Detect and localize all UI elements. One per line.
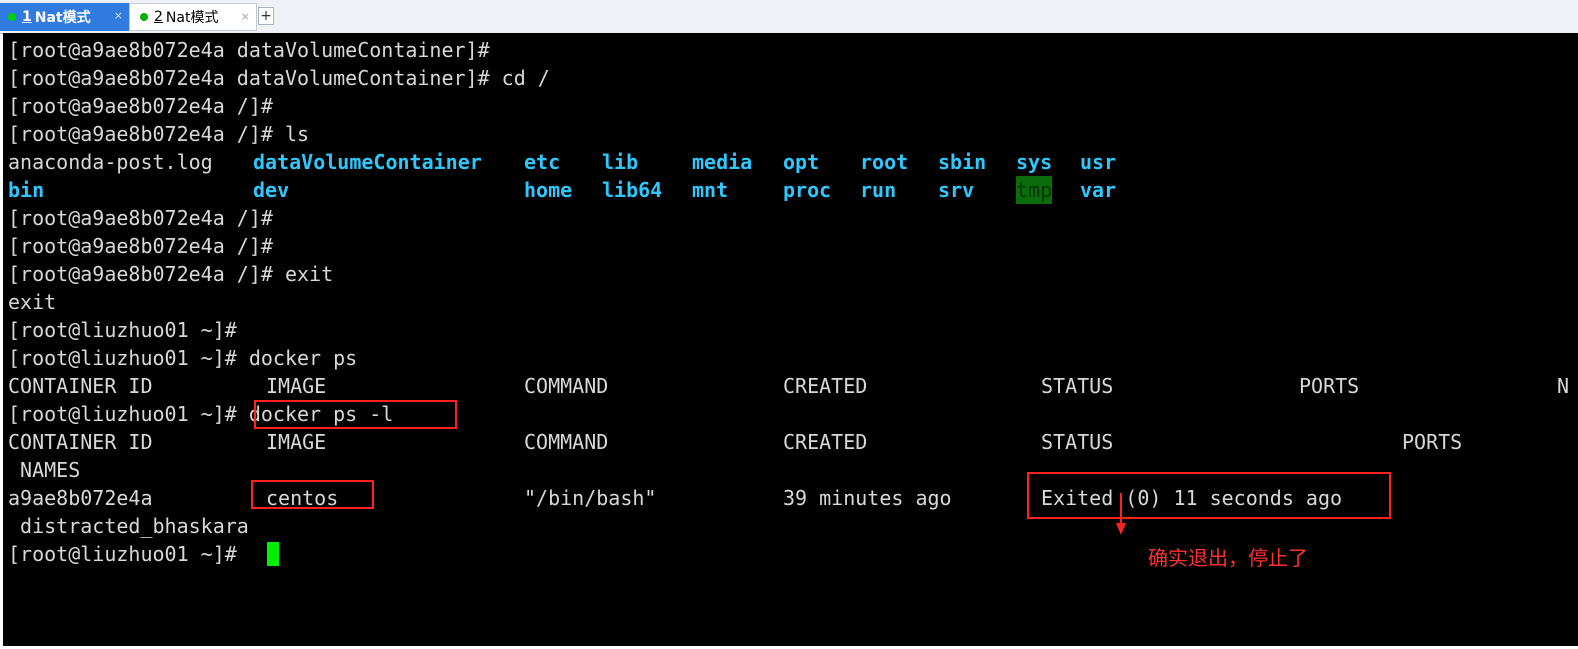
ls-entry-file: anaconda-post.log: [8, 150, 213, 174]
terminal-line: distracted_bhaskara: [8, 514, 249, 538]
ls-entry-dir: sys: [1016, 150, 1053, 174]
docker-ps-header: CONTAINER ID IMAGE COMMAND CREATED STATU…: [8, 372, 1578, 400]
ls-entry-dir: srv: [938, 178, 975, 202]
highlight-box-status: [1027, 472, 1391, 519]
terminal-line: [root@liuzhuo01 ~]# docker ps: [8, 346, 358, 370]
terminal-line: NAMES: [8, 458, 81, 482]
new-tab-button[interactable]: +: [258, 7, 274, 25]
ls-entry-dir: etc: [524, 150, 561, 174]
connected-status-icon: [8, 13, 16, 21]
terminal-line: [root@a9ae8b072e4a /]#: [8, 94, 273, 118]
column-header: COMMAND: [524, 374, 609, 398]
tab-number: 2: [154, 9, 163, 25]
column-header: IMAGE: [266, 430, 327, 454]
column-header: IMAGE: [266, 374, 327, 398]
column-header-clipped: N: [1557, 374, 1570, 398]
ls-entry-dir: run: [860, 178, 897, 202]
terminal-line: [root@a9ae8b072e4a /]# exit: [8, 262, 334, 286]
terminal-line: [root@a9ae8b072e4a dataVolumeContainer]#…: [8, 66, 550, 90]
ls-entry-dir: var: [1080, 178, 1117, 202]
tab-number: 1: [22, 9, 32, 25]
ls-entry-dir: dev: [253, 178, 290, 202]
container-created: 39 minutes ago: [783, 486, 952, 510]
arrow-down-icon: [1116, 523, 1126, 535]
column-header: CREATED: [783, 430, 868, 454]
ls-entry-dir: lib64: [602, 178, 663, 202]
container-id: a9ae8b072e4a: [8, 486, 153, 510]
ls-entry-dir: proc: [783, 178, 832, 202]
terminal-line: exit: [8, 290, 57, 314]
ls-entry-dir: usr: [1080, 150, 1117, 174]
tab-session-1[interactable]: 1 Nat模式 ×: [0, 3, 129, 31]
terminal-line: [root@a9ae8b072e4a dataVolumeContainer]#: [8, 38, 490, 62]
tab-session-2[interactable]: 2 Nat模式 ×: [129, 3, 257, 31]
annotation-text: 确实退出，停止了: [1148, 546, 1308, 570]
ls-entry-tmp: tmp: [1016, 176, 1053, 204]
column-header: STATUS: [1041, 430, 1114, 454]
column-header: STATUS: [1041, 374, 1114, 398]
container-command: "/bin/bash": [524, 486, 657, 510]
terminal-output[interactable]: [root@a9ae8b072e4a dataVolumeContainer]#…: [3, 33, 1578, 646]
connected-status-icon: [140, 13, 148, 21]
ls-entry-dir: opt: [783, 150, 820, 174]
ls-entry-dir: sbin: [938, 150, 987, 174]
ls-entry-dir: dataVolumeContainer: [253, 150, 482, 174]
column-header: CONTAINER ID: [8, 430, 153, 454]
tab-close-icon[interactable]: ×: [114, 9, 123, 22]
terminal-prompt: [root@liuzhuo01 ~]#: [8, 542, 249, 566]
ls-entry-dir: lib: [602, 150, 639, 174]
tab-label: Nat模式: [165, 10, 219, 26]
tab-close-icon[interactable]: ×: [241, 10, 250, 23]
ls-entry-dir: media: [692, 150, 753, 174]
terminal-cursor: [267, 542, 279, 566]
column-header: PORTS: [1402, 430, 1463, 454]
ls-output-row-2: bin dev home lib64 mnt proc run srv tmp …: [8, 176, 1208, 204]
ls-entry-dir: root: [860, 150, 909, 174]
annotation-arrow-line: [1120, 493, 1122, 525]
highlight-box-image: [251, 480, 374, 509]
ls-entry-dir: bin: [8, 178, 45, 202]
highlight-box-command: [254, 400, 457, 429]
ls-entry-dir: mnt: [692, 178, 729, 202]
ls-entry-dir: home: [524, 178, 573, 202]
column-header: CREATED: [783, 374, 868, 398]
column-header: CONTAINER ID: [8, 374, 153, 398]
terminal-line: [root@liuzhuo01 ~]#: [8, 318, 237, 342]
column-header: PORTS: [1299, 374, 1360, 398]
terminal-line: [root@a9ae8b072e4a /]#: [8, 206, 273, 230]
docker-ps-l-header: CONTAINER ID IMAGE COMMAND CREATED STATU…: [8, 428, 1508, 456]
tab-label: Nat模式: [34, 10, 91, 26]
terminal-line: [root@a9ae8b072e4a /]#: [8, 234, 273, 258]
tab-bar: 1 Nat模式 × 2 Nat模式 × +: [0, 0, 1578, 34]
terminal-line: [root@a9ae8b072e4a /]# ls: [8, 122, 310, 146]
column-header: COMMAND: [524, 430, 609, 454]
ls-output-row-1: anaconda-post.log dataVolumeContainer et…: [8, 148, 1208, 176]
